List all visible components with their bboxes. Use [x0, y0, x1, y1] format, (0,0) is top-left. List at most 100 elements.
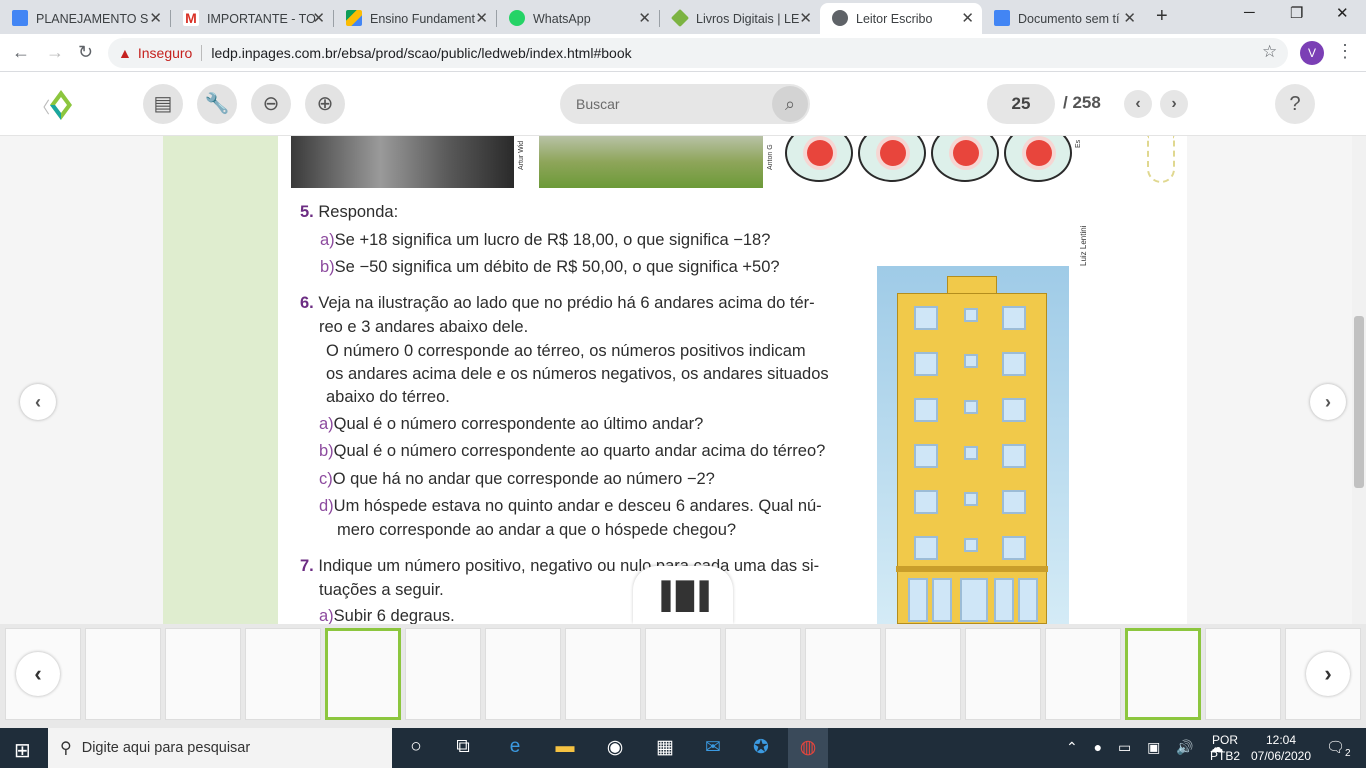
page-thumbnail[interactable] [1045, 628, 1121, 720]
avatar[interactable]: V [1300, 41, 1324, 65]
question-6: 6. Veja na ilustração ao lado que no pré… [300, 294, 815, 312]
thumbnails-toggle-button[interactable]: ▌█▐ [633, 566, 733, 624]
page-thumbnail[interactable] [645, 628, 721, 720]
zoom-in-icon[interactable]: ⊕ [305, 84, 345, 124]
system-tray[interactable]: ⌃ ● ▭ ▣ 🔊 ☁ [1066, 739, 1230, 756]
table-of-contents-icon[interactable]: ▤ [143, 84, 183, 124]
store-icon[interactable]: ▦ [645, 736, 685, 759]
page-number-input[interactable]: 25 [987, 84, 1055, 124]
page-thumbnail[interactable] [565, 628, 641, 720]
close-icon[interactable]: ✕ [149, 9, 162, 27]
total-pages: / 258 [1063, 93, 1101, 112]
media-player-icon[interactable]: ✪ [741, 736, 781, 759]
security-label[interactable]: Inseguro [138, 45, 192, 61]
back-arrow-icon[interactable]: ← [12, 42, 30, 63]
book-viewport: Artur Wid Anton G Es 5. Responda: a)Se +… [0, 136, 1352, 624]
question-6a: a)Qual é o número correspondente ao últi… [319, 415, 704, 433]
url-text[interactable]: ledp.inpages.com.br/ebsa/prod/scao/publi… [211, 45, 631, 61]
address-bar-row: ← → ↻ ▲ Inseguro ledp.inpages.com.br/ebs… [0, 34, 1366, 72]
edge-icon[interactable]: e [495, 736, 535, 758]
close-window-icon[interactable]: ✕ [1336, 4, 1349, 22]
globe-icon [832, 10, 848, 26]
docs-favicon-icon [12, 10, 28, 26]
notification-center-icon[interactable]: 🗨2 [1326, 738, 1351, 759]
page-thumbnail[interactable] [965, 628, 1041, 720]
close-icon[interactable]: ✕ [638, 9, 651, 27]
elevator-button-image [858, 136, 926, 182]
page-thumbnail[interactable] [405, 628, 481, 720]
page-thumbnail[interactable] [165, 628, 241, 720]
search-input[interactable]: Buscar ⌕ [560, 84, 810, 124]
page-thumbnail[interactable] [325, 628, 401, 720]
clock[interactable]: 12:04 07/06/2020 [1244, 732, 1318, 764]
tab-title: Documento sem tí [1018, 11, 1120, 26]
tab-title: PLANEJAMENTO S [36, 11, 149, 26]
vertical-scrollbar[interactable] [1352, 136, 1366, 624]
tab-strip: PLANEJAMENTO S ✕ M IMPORTANTE - TO ✕ Ens… [0, 0, 1366, 34]
page-thumbnail[interactable] [1205, 628, 1281, 720]
tab-documento[interactable]: Documento sem tí ✕ [982, 3, 1144, 34]
file-explorer-icon[interactable]: ▬ [545, 736, 585, 758]
tab-importante[interactable]: M IMPORTANTE - TO ✕ [171, 3, 333, 34]
language-indicator[interactable]: POR PTB2 [1210, 732, 1240, 764]
question-5a: a)Se +18 significa um lucro de R$ 18,00,… [320, 231, 771, 249]
maximize-icon[interactable]: ❐ [1290, 4, 1303, 22]
search-icon[interactable]: ⌕ [772, 86, 808, 122]
reload-icon[interactable]: ↻ [78, 42, 93, 63]
page-thumbnail[interactable] [725, 628, 801, 720]
bookmark-star-icon[interactable]: ☆ [1262, 42, 1277, 62]
previous-page-arrow-button[interactable]: ‹ [20, 384, 56, 420]
new-tab-button[interactable]: + [1156, 5, 1168, 28]
obs-icon[interactable]: ◉ [595, 736, 635, 759]
mail-icon[interactable]: ✉ [693, 736, 733, 759]
tab-whatsapp[interactable]: WhatsApp ✕ [497, 3, 659, 34]
tab-ensino-fundamental[interactable]: Ensino Fundament ✕ [334, 3, 496, 34]
elevator-button-image [1004, 136, 1072, 182]
previous-page-button[interactable]: ‹ [1124, 90, 1152, 118]
street-photo [291, 136, 514, 188]
close-icon[interactable]: ✕ [312, 9, 325, 27]
zoom-out-icon[interactable]: ⊖ [251, 84, 291, 124]
taskbar-search-input[interactable]: ⚲ Digite aqui para pesquisar [48, 728, 392, 768]
gmail-icon: M [183, 10, 199, 26]
question-6b: b)Qual é o número correspondente ao quar… [319, 442, 826, 460]
question-6-paragraph: os andares acima dele e os números negat… [326, 365, 829, 383]
tab-title: Livros Digitais | LE [696, 11, 800, 26]
scrollbar-thumb[interactable] [1354, 316, 1364, 488]
omnibox[interactable]: ▲ Inseguro ledp.inpages.com.br/ebsa/prod… [108, 38, 1288, 68]
windows-start-icon[interactable]: ⊞ [14, 738, 31, 763]
task-view-icon[interactable]: ⧉ [443, 736, 483, 758]
thumbnails-next-button[interactable]: › [1306, 652, 1350, 696]
help-button[interactable]: ? [1275, 84, 1315, 124]
next-page-button[interactable]: › [1160, 90, 1188, 118]
page-thumbnail[interactable] [885, 628, 961, 720]
page-thumbnail[interactable] [805, 628, 881, 720]
page-thumbnail[interactable] [1125, 628, 1201, 720]
page-thumbnail[interactable] [85, 628, 161, 720]
chrome-icon[interactable]: ◍ [788, 728, 828, 768]
close-icon[interactable]: ✕ [475, 9, 488, 27]
minimize-icon[interactable]: ─ [1244, 4, 1255, 21]
next-page-arrow-button[interactable]: › [1310, 384, 1346, 420]
forward-arrow-icon[interactable]: → [46, 42, 64, 63]
thumbnails-previous-button[interactable]: ‹ [16, 652, 60, 696]
tab-livros-digitais[interactable]: Livros Digitais | LE ✕ [660, 3, 820, 34]
escribo-logo-icon [50, 90, 72, 120]
page-thumbnail[interactable] [245, 628, 321, 720]
question-7a: a)Subir 6 degraus. [319, 607, 455, 624]
tab-planejamento[interactable]: PLANEJAMENTO S ✕ [0, 3, 170, 34]
tab-title: IMPORTANTE - TO [207, 11, 316, 26]
page-thumbnail[interactable] [485, 628, 561, 720]
cortana-icon[interactable]: ○ [396, 736, 436, 758]
tab-leitor-escribo[interactable]: Leitor Escribo ✕ [820, 3, 982, 34]
elevator-button-image [931, 136, 999, 182]
warning-icon[interactable]: ▲ [118, 45, 132, 61]
tools-wrench-icon[interactable]: 🔧 [197, 84, 237, 124]
kebab-menu-icon[interactable]: ⋮ [1336, 41, 1354, 62]
close-icon[interactable]: ✕ [961, 9, 974, 27]
search-placeholder: Buscar [576, 96, 620, 112]
close-icon[interactable]: ✕ [1123, 9, 1136, 27]
close-icon[interactable]: ✕ [799, 9, 812, 27]
question-5b: b)Se −50 significa um débito de R$ 50,00… [320, 258, 780, 276]
park-photo [539, 136, 763, 188]
